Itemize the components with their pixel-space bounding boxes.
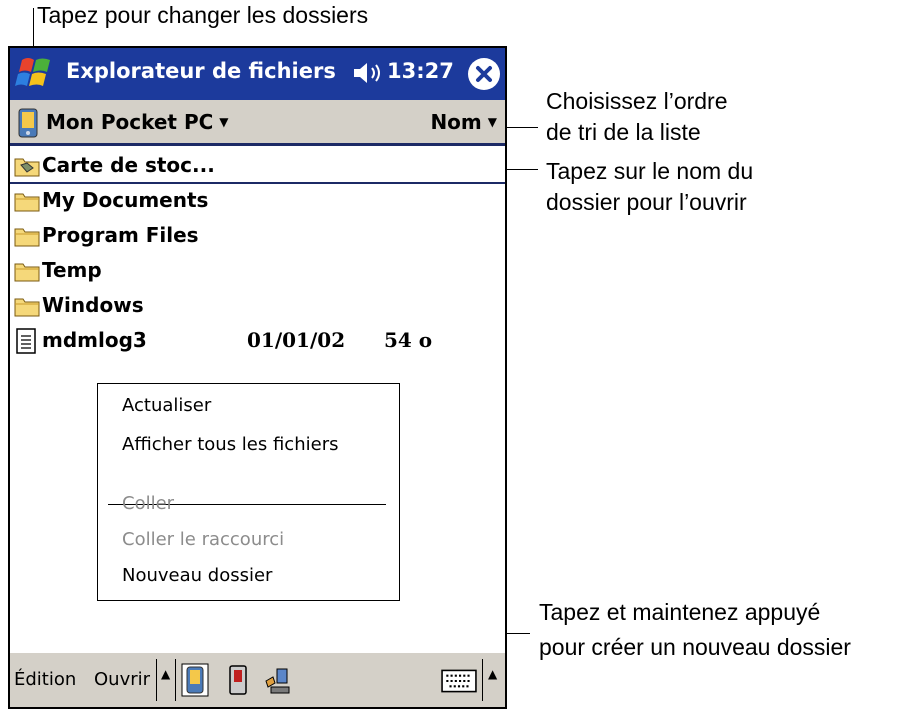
- file-name: Temp: [42, 258, 102, 282]
- keyboard-icon[interactable]: [441, 669, 477, 693]
- pocket-pc-screen: Explorateur de fichiers 13:27 Mon Pocket…: [8, 46, 507, 709]
- clock[interactable]: 13:27: [387, 59, 454, 83]
- list-item[interactable]: Windows: [10, 289, 505, 324]
- input-panel-arrow-icon[interactable]: ▲: [488, 667, 497, 681]
- speaker-icon[interactable]: [352, 60, 382, 86]
- title-bar: Explorateur de fichiers 13:27: [10, 48, 505, 100]
- pocket-pc-icon[interactable]: [181, 661, 209, 699]
- network-share-icon[interactable]: [262, 663, 294, 697]
- toolbar-up-arrow-icon[interactable]: ▲: [161, 667, 170, 681]
- close-button[interactable]: [468, 58, 500, 90]
- storage-card-icon[interactable]: [224, 663, 252, 697]
- context-menu: Actualiser Afficher tous les fichiers Co…: [97, 383, 400, 601]
- menu-item-new-folder[interactable]: Nouveau dossier: [122, 565, 272, 586]
- file-name: mdmlog3: [42, 328, 147, 352]
- edit-menu[interactable]: Édition: [14, 669, 76, 690]
- menu-item-refresh[interactable]: Actualiser: [122, 395, 211, 416]
- folder-dropdown[interactable]: Mon Pocket PC ▼: [46, 110, 229, 134]
- windows-start-icon[interactable]: [14, 54, 56, 94]
- sort-dropdown-label: Nom: [430, 110, 482, 134]
- file-date: 01/01/02: [247, 328, 346, 352]
- file-list: Carte de stoc... My Documents Program Fi…: [10, 149, 505, 359]
- list-item[interactable]: Program Files: [10, 219, 505, 254]
- chevron-down-icon: ▼: [487, 115, 497, 129]
- close-icon: [476, 66, 492, 82]
- folder-icon: [14, 228, 40, 247]
- menubar-divider: [482, 659, 483, 701]
- file-name: Windows: [42, 293, 144, 317]
- menu-bar: Édition Ouvrir ▲ ▲: [10, 652, 505, 707]
- chevron-down-icon: ▼: [219, 115, 229, 129]
- document-icon: [16, 328, 36, 354]
- pocket-pc-icon: [18, 108, 38, 138]
- callout-sort-order-line1: Choisissez l’ordre: [546, 88, 728, 114]
- file-name: Carte de stoc...: [42, 153, 215, 177]
- file-name: Program Files: [42, 223, 199, 247]
- list-item[interactable]: My Documents: [10, 184, 505, 219]
- folder-icon: [14, 263, 40, 282]
- callout-new-folder-line2: pour créer un nouveau dossier: [539, 634, 851, 660]
- sort-dropdown[interactable]: Nom ▼: [430, 110, 497, 134]
- list-item[interactable]: mdmlog3 01/01/02 54 o: [10, 324, 505, 359]
- file-size: 54 o: [384, 328, 433, 352]
- path-bar: Mon Pocket PC ▼ Nom ▼: [10, 100, 505, 146]
- folder-icon: [14, 193, 40, 212]
- menu-item-show-all-files[interactable]: Afficher tous les fichiers: [122, 434, 338, 455]
- storage-card-icon: [14, 158, 40, 177]
- callout-open-folder-line1: Tapez sur le nom du: [546, 158, 754, 184]
- app-title: Explorateur de fichiers: [66, 59, 336, 83]
- menu-item-paste: Coller: [122, 493, 175, 514]
- list-item[interactable]: Temp: [10, 254, 505, 289]
- callout-new-folder-line1: Tapez et maintenez appuyé: [539, 599, 821, 625]
- list-item[interactable]: Carte de stoc...: [10, 149, 505, 184]
- folder-dropdown-label: Mon Pocket PC: [46, 110, 214, 134]
- menubar-divider: [156, 659, 157, 701]
- folder-icon: [14, 298, 40, 317]
- open-menu[interactable]: Ouvrir: [94, 669, 150, 690]
- menubar-divider: [175, 659, 176, 701]
- menu-item-paste-shortcut: Coller le raccourci: [122, 529, 285, 550]
- file-name: My Documents: [42, 188, 209, 212]
- callout-sort-order-line2: de tri de la liste: [546, 119, 701, 145]
- callout-open-folder-line2: dossier pour l’ouvrir: [546, 189, 747, 215]
- callout-change-folders: Tapez pour changer les dossiers: [37, 2, 369, 28]
